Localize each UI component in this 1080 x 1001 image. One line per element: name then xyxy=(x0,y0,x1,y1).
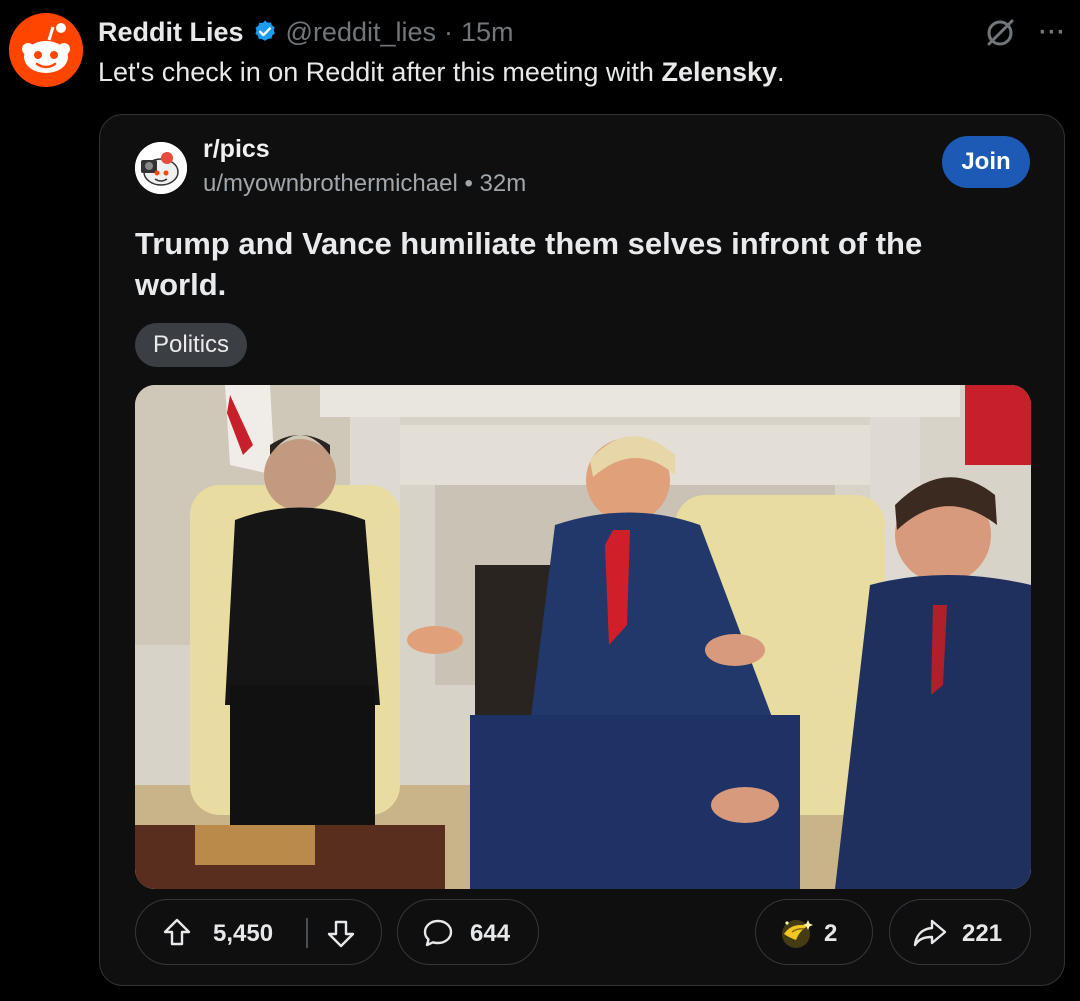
share-arrow-icon xyxy=(913,919,947,947)
tweet-text-end: . xyxy=(777,57,785,87)
post-actions: 5,450 644 2 221 xyxy=(135,899,1031,967)
share-count: 221 xyxy=(962,920,1003,947)
post-title[interactable]: Trump and Vance humiliate them selves in… xyxy=(135,223,1015,305)
comment-count: 644 xyxy=(470,920,511,947)
tweet-text-bold: Zelensky xyxy=(661,57,778,87)
comment-bubble-icon xyxy=(423,919,453,947)
verified-badge-icon xyxy=(254,20,275,41)
subreddit-avatar[interactable] xyxy=(135,142,187,194)
post-meta: u/myownbrothermichael • 32m xyxy=(203,168,526,200)
tweet-text: Let's check in on Reddit after this meet… xyxy=(98,52,785,92)
reddit-post-card[interactable]: r/pics u/myownbrothermichael • 32m Join … xyxy=(99,114,1065,986)
header-separator: · xyxy=(444,17,454,47)
post-time: 32m xyxy=(479,170,527,197)
tweet-timestamp[interactable]: 15m xyxy=(461,12,514,52)
award-count: 2 xyxy=(824,920,838,947)
post-image[interactable] xyxy=(135,385,1031,889)
vote-control: 5,450 xyxy=(135,899,382,965)
post-flair[interactable]: Politics xyxy=(135,323,248,367)
tweet-top-actions: ··· xyxy=(983,16,1066,50)
reddit-snoo-icon xyxy=(9,13,83,87)
oval-office-photo xyxy=(135,385,1031,889)
upvote-count: 5,450 xyxy=(213,920,274,947)
join-button[interactable]: Join xyxy=(942,136,1030,188)
award-icon xyxy=(782,920,813,948)
subreddit-name[interactable]: r/pics xyxy=(203,133,270,165)
avatar[interactable] xyxy=(9,13,83,87)
tweet[interactable]: Reddit Lies @reddit_lies · 15m ··· Let's… xyxy=(0,0,1080,1001)
handle[interactable]: @reddit_lies xyxy=(286,12,436,52)
grok-icon[interactable] xyxy=(983,16,1017,50)
award-button[interactable]: 2 xyxy=(755,899,873,965)
display-name[interactable]: Reddit Lies xyxy=(98,12,244,52)
meta-separator: • xyxy=(464,170,473,197)
arrow-up-icon[interactable] xyxy=(162,917,192,947)
share-button[interactable]: 221 xyxy=(889,899,1031,965)
tweet-text-main: Let's check in on Reddit after this meet… xyxy=(98,57,662,87)
post-author[interactable]: u/myownbrothermichael xyxy=(203,170,458,197)
subreddit-snoo-icon xyxy=(135,142,187,194)
tweet-header: Reddit Lies @reddit_lies · 15m xyxy=(98,12,514,52)
vote-divider xyxy=(306,918,308,948)
arrow-down-icon[interactable] xyxy=(326,919,356,949)
comments-button[interactable]: 644 xyxy=(397,899,539,965)
more-icon[interactable]: ··· xyxy=(1039,19,1066,47)
